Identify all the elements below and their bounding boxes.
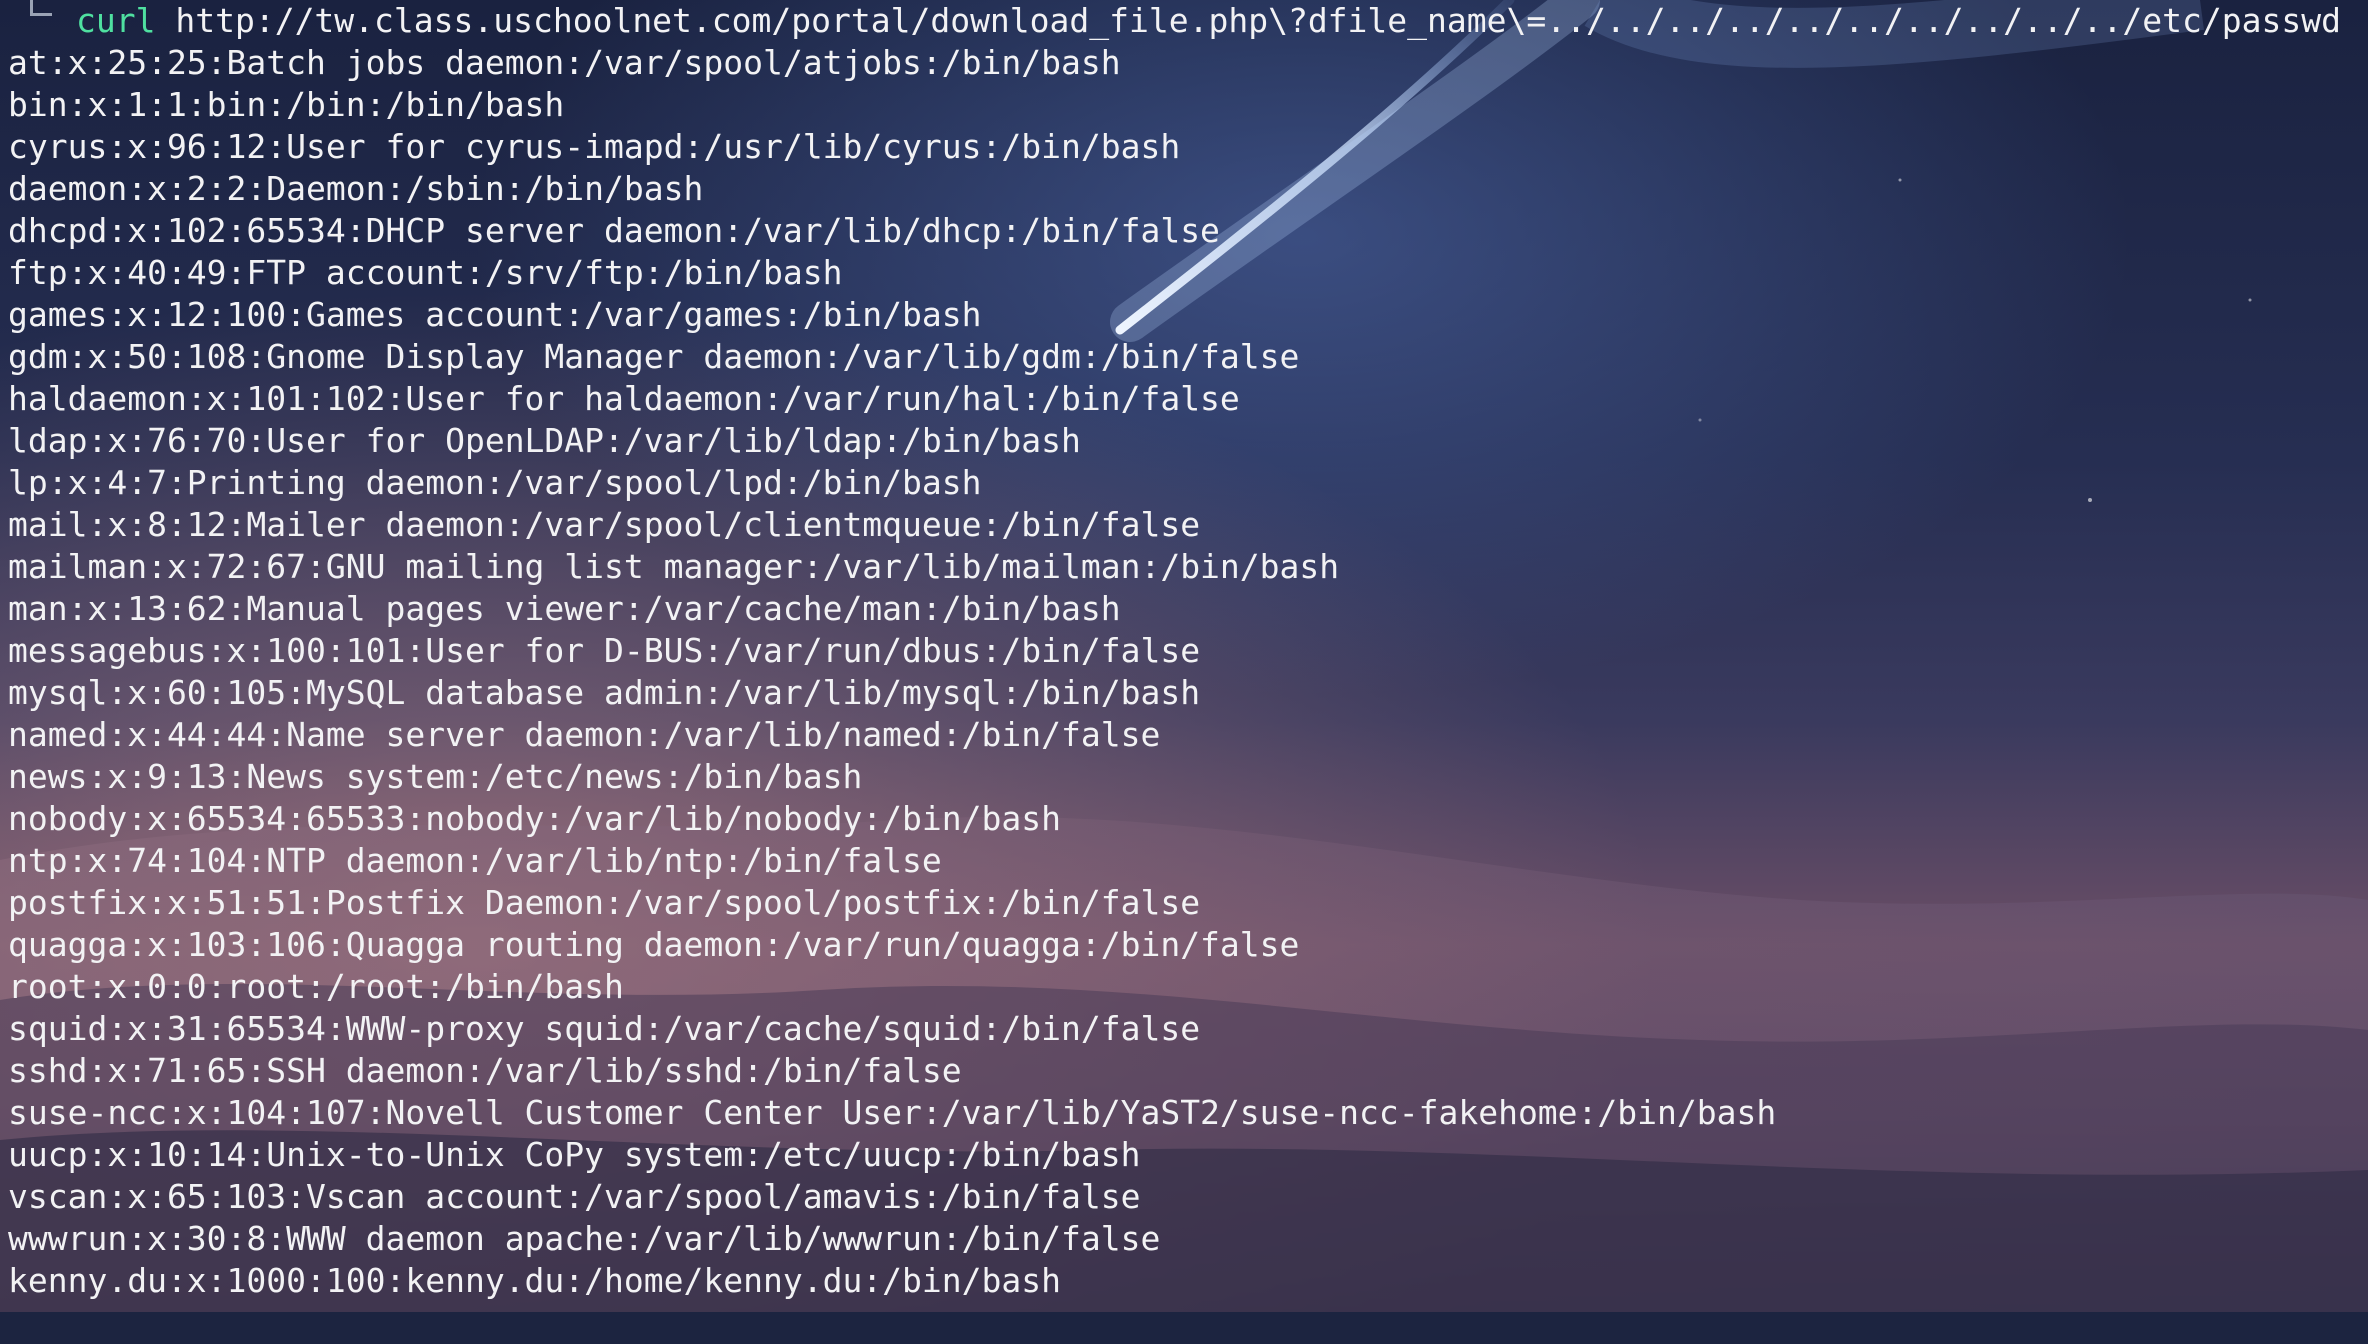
terminal-window[interactable]: curl http://tw.class.uschoolnet.com/port… — [0, 0, 2368, 1312]
output-line: named:x:44:44:Name server daemon:/var/li… — [8, 715, 1161, 754]
output-line: mysql:x:60:105:MySQL database admin:/var… — [8, 673, 1201, 712]
output-line: daemon:x:2:2:Daemon:/sbin:/bin/bash — [8, 169, 704, 208]
output-line: mailman:x:72:67:GNU mailing list manager… — [8, 547, 1340, 586]
output-line: ftp:x:40:49:FTP account:/srv/ftp:/bin/ba… — [8, 253, 843, 292]
output-line: uucp:x:10:14:Unix-to-Unix CoPy system:/e… — [8, 1135, 1141, 1174]
output-line: sshd:x:71:65:SSH daemon:/var/lib/sshd:/b… — [8, 1051, 962, 1090]
output-line: quagga:x:103:106:Quagga routing daemon:/… — [8, 925, 1300, 964]
command-argument: http://tw.class.uschoolnet.com/portal/do… — [175, 1, 2341, 40]
output-line: cyrus:x:96:12:User for cyrus-imapd:/usr/… — [8, 127, 1181, 166]
output-line: wwwrun:x:30:8:WWW daemon apache:/var/lib… — [8, 1219, 1161, 1258]
output-line: ldap:x:76:70:User for OpenLDAP:/var/lib/… — [8, 421, 1081, 460]
output-line: man:x:13:62:Manual pages viewer:/var/cac… — [8, 589, 1121, 628]
prompt-corner-icon — [30, 0, 52, 16]
output-line: at:x:25:25:Batch jobs daemon:/var/spool/… — [8, 43, 1121, 82]
output-line: bin:x:1:1:bin:/bin:/bin/bash — [8, 85, 565, 124]
output-line: postfix:x:51:51:Postfix Daemon:/var/spoo… — [8, 883, 1201, 922]
command-name: curl — [76, 1, 156, 40]
command-line: curl http://tw.class.uschoolnet.com/port… — [8, 0, 2341, 42]
output-line: root:x:0:0:root:/root:/bin/bash — [8, 967, 624, 1006]
output-line: nobody:x:65534:65533:nobody:/var/lib/nob… — [8, 799, 1061, 838]
output-line: ntp:x:74:104:NTP daemon:/var/lib/ntp:/bi… — [8, 841, 942, 880]
output-line: games:x:12:100:Games account:/var/games:… — [8, 295, 982, 334]
output-line: mail:x:8:12:Mailer daemon:/var/spool/cli… — [8, 505, 1201, 544]
output-line: dhcpd:x:102:65534:DHCP server daemon:/va… — [8, 211, 1220, 250]
output-line: messagebus:x:100:101:User for D-BUS:/var… — [8, 631, 1201, 670]
output-line: squid:x:31:65534:WWW-proxy squid:/var/ca… — [8, 1009, 1201, 1048]
output-line: kenny.du:x:1000:100:kenny.du:/home/kenny… — [8, 1261, 1061, 1300]
output-line: lp:x:4:7:Printing daemon:/var/spool/lpd:… — [8, 463, 982, 502]
output-line: haldaemon:x:101:102:User for haldaemon:/… — [8, 379, 1240, 418]
output-line: news:x:9:13:News system:/etc/news:/bin/b… — [8, 757, 863, 796]
output-line: suse-ncc:x:104:107:Novell Customer Cente… — [8, 1093, 1777, 1132]
output-line: gdm:x:50:108:Gnome Display Manager daemo… — [8, 337, 1300, 376]
output-line: vscan:x:65:103:Vscan account:/var/spool/… — [8, 1177, 1141, 1216]
